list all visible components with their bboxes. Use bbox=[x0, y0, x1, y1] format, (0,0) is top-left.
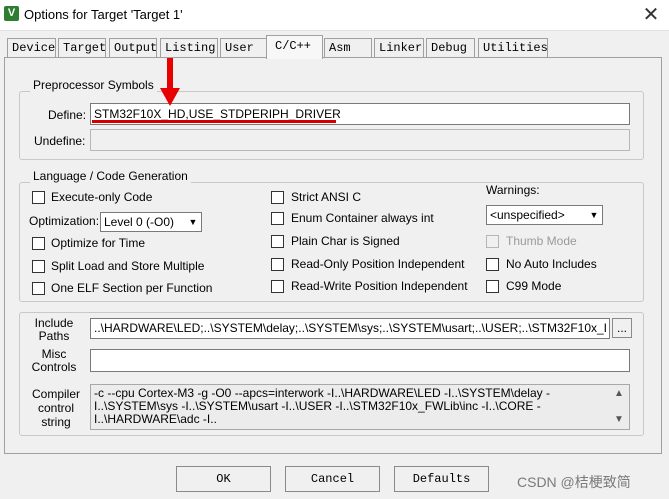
execute-only-label: Execute-only Code bbox=[51, 190, 153, 204]
thumb-mode-checkbox[interactable] bbox=[486, 235, 499, 248]
plain-char-checkbox[interactable] bbox=[271, 235, 284, 248]
split-load-checkbox[interactable] bbox=[32, 260, 45, 273]
preprocessor-group-label: Preprocessor Symbols bbox=[30, 78, 157, 92]
strict-ansi-label: Strict ANSI C bbox=[291, 190, 362, 204]
optimize-time-label: Optimize for Time bbox=[51, 236, 146, 250]
tab-output[interactable]: Output bbox=[109, 38, 157, 58]
plain-char-label: Plain Char is Signed bbox=[291, 234, 400, 248]
warnings-value: <unspecified> bbox=[490, 208, 565, 222]
close-icon[interactable]: ✕ bbox=[640, 3, 662, 25]
no-auto-includes-checkbox[interactable] bbox=[486, 258, 499, 271]
tab-device[interactable]: Device bbox=[7, 38, 56, 58]
c99-mode-checkbox[interactable] bbox=[486, 280, 499, 293]
chevron-down-icon[interactable]: ▼ bbox=[586, 206, 602, 224]
include-paths-browse-button[interactable]: ... bbox=[612, 318, 632, 338]
split-load-label: Split Load and Store Multiple bbox=[51, 259, 205, 273]
optimization-value: Level 0 (-O0) bbox=[104, 215, 175, 229]
strict-ansi-checkbox[interactable] bbox=[271, 191, 284, 204]
no-auto-includes-label: No Auto Includes bbox=[506, 257, 597, 271]
misc-controls-label: Misc Controls bbox=[31, 347, 77, 374]
compiler-control-label: Compiler control string bbox=[31, 387, 80, 429]
tab-user[interactable]: User bbox=[220, 38, 268, 58]
optimize-time-checkbox[interactable] bbox=[32, 237, 45, 250]
optimization-label: Optimization: bbox=[29, 214, 100, 228]
ok-button[interactable]: OK bbox=[176, 466, 271, 492]
execute-only-checkbox[interactable] bbox=[32, 191, 45, 204]
readwrite-pos-label: Read-Write Position Independent bbox=[291, 279, 468, 293]
red-arrow-annotation bbox=[160, 58, 180, 108]
scroll-up-icon[interactable]: ▲ bbox=[612, 388, 626, 399]
chevron-down-icon[interactable]: ▼ bbox=[185, 213, 201, 231]
warnings-label: Warnings: bbox=[486, 183, 540, 197]
window-title: Options for Target 'Target 1' bbox=[24, 7, 183, 22]
thumb-mode-label: Thumb Mode bbox=[506, 234, 577, 248]
cancel-button[interactable]: Cancel bbox=[285, 466, 380, 492]
scroll-down-icon[interactable]: ▼ bbox=[612, 414, 626, 425]
include-paths-input[interactable]: ..\HARDWARE\LED;..\SYSTEM\delay;..\SYSTE… bbox=[90, 318, 610, 339]
uvision-v-icon: V bbox=[4, 6, 19, 21]
include-paths-label: Include Paths bbox=[34, 316, 74, 343]
language-group-label: Language / Code Generation bbox=[30, 169, 191, 183]
define-label: Define: bbox=[48, 108, 87, 122]
misc-controls-input[interactable] bbox=[90, 349, 630, 372]
tab-linker[interactable]: Linker bbox=[374, 38, 424, 58]
undefine-label: Undefine: bbox=[34, 134, 86, 148]
undefine-input[interactable] bbox=[90, 129, 630, 151]
one-elf-checkbox[interactable] bbox=[32, 282, 45, 295]
enum-container-checkbox[interactable] bbox=[271, 212, 284, 225]
enum-container-label: Enum Container always int bbox=[291, 211, 434, 225]
csdn-watermark: CSDN @桔梗致简 bbox=[517, 474, 631, 490]
readonly-pos-checkbox[interactable] bbox=[271, 258, 284, 271]
tab-utilities[interactable]: Utilities bbox=[478, 38, 548, 58]
red-underline-annotation bbox=[92, 120, 336, 123]
readonly-pos-label: Read-Only Position Independent bbox=[291, 257, 465, 271]
tab-c-cpp[interactable]: C/C++ bbox=[266, 35, 323, 59]
tab-listing[interactable]: Listing bbox=[160, 38, 218, 58]
tab-asm[interactable]: Asm bbox=[324, 38, 372, 58]
readwrite-pos-checkbox[interactable] bbox=[271, 280, 284, 293]
compiler-control-text: -c --cpu Cortex-M3 -g -O0 --apcs=interwo… bbox=[94, 386, 550, 426]
one-elf-label: One ELF Section per Function bbox=[51, 281, 213, 295]
c99-mode-label: C99 Mode bbox=[506, 279, 562, 293]
tab-debug[interactable]: Debug bbox=[426, 38, 475, 58]
compiler-control-textarea[interactable]: -c --cpu Cortex-M3 -g -O0 --apcs=interwo… bbox=[90, 384, 630, 430]
defaults-button[interactable]: Defaults bbox=[394, 466, 489, 492]
tab-target[interactable]: Target bbox=[58, 38, 106, 58]
